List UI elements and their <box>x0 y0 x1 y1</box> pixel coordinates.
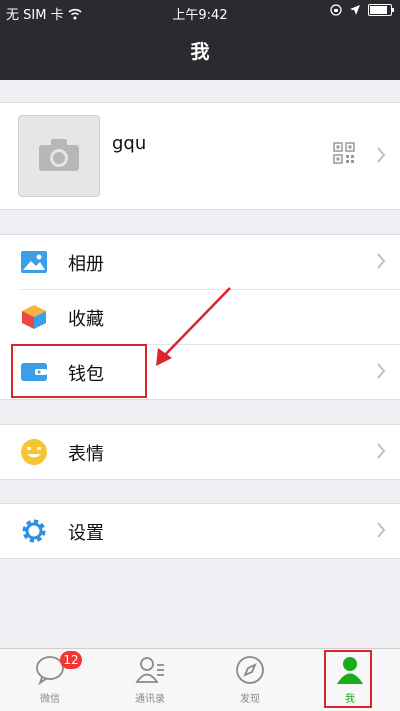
tab-label-chats: 微信 <box>40 694 60 705</box>
menu-item-album[interactable]: 相册 <box>0 235 400 289</box>
page-title: 我 <box>190 41 210 63</box>
menu-section-3: 设置 <box>0 503 400 559</box>
menu-section-2: 表情 <box>0 424 400 480</box>
gear-icon <box>22 519 46 543</box>
chevron-right-icon <box>377 443 386 459</box>
profile-card[interactable]: gqu <box>0 102 400 210</box>
chevron-right-icon <box>377 147 386 163</box>
compass-icon <box>236 656 264 684</box>
wallet-highlight-box <box>11 344 147 398</box>
avatar[interactable] <box>18 115 100 197</box>
tab-discover[interactable]: 发现 <box>200 649 300 711</box>
annotation-arrow <box>156 287 231 366</box>
camera-icon <box>39 139 79 171</box>
contacts-icon <box>135 657 164 683</box>
favorites-cube-icon <box>22 305 46 329</box>
unread-badge: 12 <box>60 651 82 669</box>
rotation-lock-icon <box>330 4 342 16</box>
menu-item-stickers[interactable]: 表情 <box>0 425 400 479</box>
album-icon <box>21 251 47 273</box>
menu-item-settings[interactable]: 设置 <box>0 504 400 558</box>
status-bar: 无 SIM 卡 上午9:42 <box>0 0 400 24</box>
menu-label-stickers: 表情 <box>68 444 104 465</box>
profile-name: gqu <box>112 133 147 154</box>
chevron-right-icon <box>377 253 386 269</box>
tab-label-contacts: 通讯录 <box>135 694 165 705</box>
tab-label-discover: 发现 <box>240 694 260 705</box>
menu-label-album: 相册 <box>68 254 104 275</box>
chevron-right-icon <box>377 522 386 538</box>
smiley-icon <box>21 439 47 465</box>
me-tab-highlight-box <box>324 650 372 708</box>
status-right <box>330 4 394 16</box>
battery-icon <box>368 4 394 16</box>
tab-chats[interactable]: 12 微信 <box>0 649 100 711</box>
menu-label-settings: 设置 <box>68 523 104 544</box>
location-icon <box>350 5 360 15</box>
tab-contacts[interactable]: 通讯录 <box>100 649 200 711</box>
qr-code-icon[interactable] <box>333 142 355 164</box>
chevron-right-icon <box>377 363 386 379</box>
menu-label-favorites: 收藏 <box>68 309 104 330</box>
nav-bar: 我 <box>0 24 400 80</box>
